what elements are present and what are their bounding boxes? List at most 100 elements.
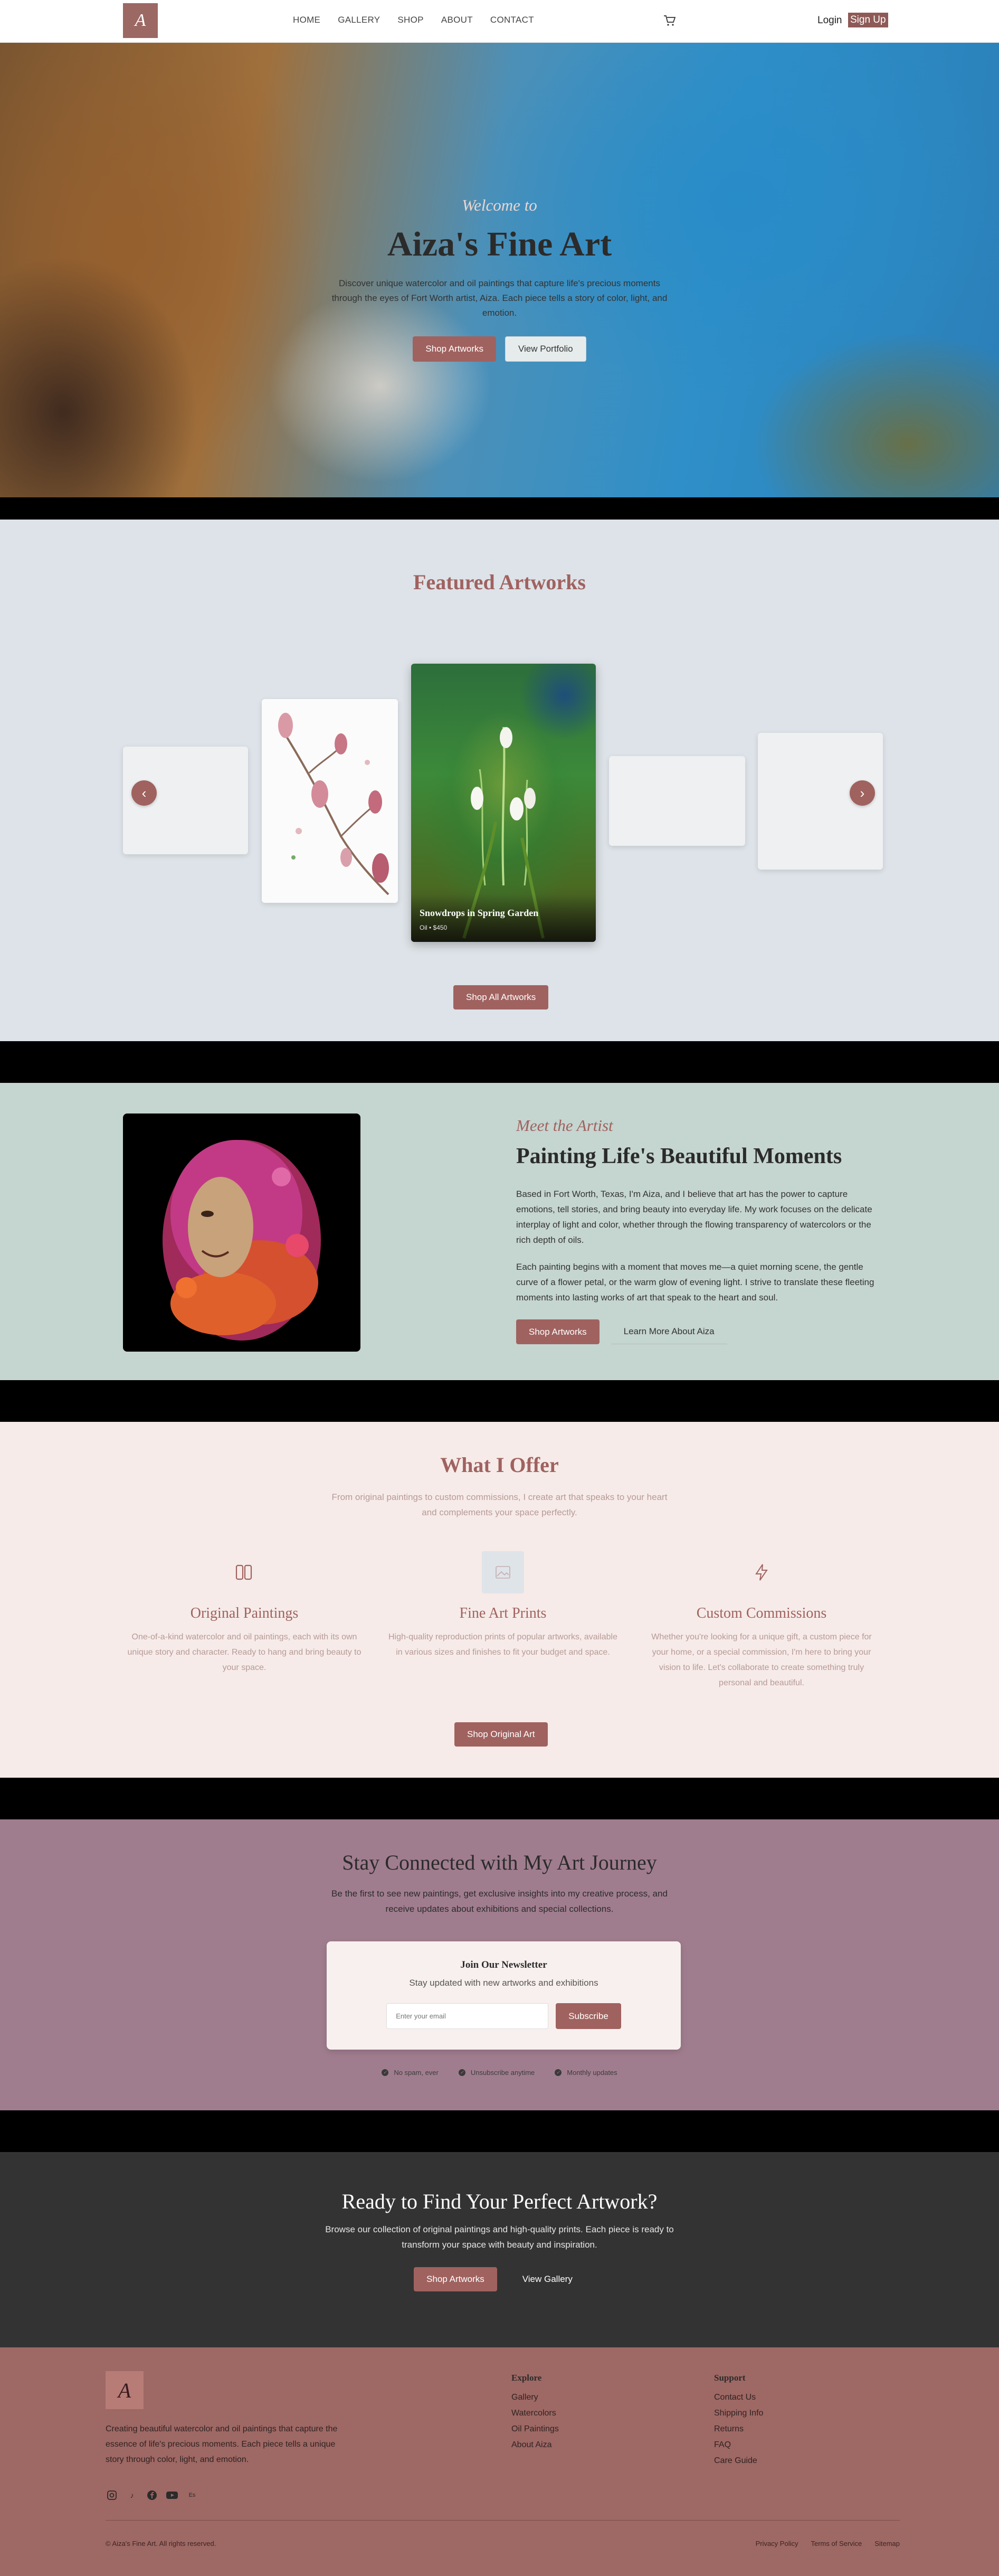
section-divider [0,1041,999,1083]
cart-icon[interactable] [663,15,676,26]
footer-logo[interactable]: A [106,2371,144,2409]
image-icon [482,1551,524,1593]
footer-link[interactable]: Contact Us [714,2393,763,2402]
top-nav: A HOME GALLERY SHOP ABOUT CONTACT Login … [0,0,999,43]
check-icon: ✓ [555,2069,562,2076]
footer-explore: Explore Gallery Watercolors Oil Painting… [511,2373,559,2456]
footer-support: Support Contact Us Shipping Info Returns… [714,2373,763,2472]
shop-original-button[interactable]: Shop Original Art [454,1722,548,1747]
offer-item-text: Whether you're looking for a unique gift… [651,1633,872,1687]
artwork-card[interactable] [262,699,398,903]
footer-link[interactable]: Care Guide [714,2456,763,2466]
section-divider [0,1380,999,1422]
artist-section: Meet the Artist Painting Life's Beautifu… [0,1083,999,1380]
newsletter-subtitle: Be the first to see new paintings, get e… [331,1889,668,1914]
perk-item: ✓ No spam, ever [382,2069,439,2077]
newsletter-card-subtitle: Stay updated with new artworks and exhib… [409,1978,598,1988]
chevron-right-icon: › [860,785,865,801]
facebook-icon[interactable] [146,2489,158,2502]
section-divider [0,497,999,520]
signup-button[interactable]: Sign Up [848,13,888,27]
check-icon: ✓ [382,2069,389,2076]
carousel-next-button[interactable]: › [850,780,875,806]
newsletter-section: Stay Connected with My Art Journey Be th… [0,1819,999,2110]
artist-paragraph: Each painting begins with a moment that … [516,1262,874,1303]
nav-gallery[interactable]: GALLERY [338,15,380,25]
offer-item-prints: Fine Art Prints High-quality reproductio… [384,1551,622,1660]
featured-title: Featured Artworks [413,570,586,594]
login-link[interactable]: Login [817,15,842,26]
artist-shop-button[interactable]: Shop Artworks [516,1319,600,1344]
offer-item-title: Original Paintings [190,1605,299,1621]
footer-link[interactable]: Returns [714,2424,763,2434]
carousel-prev-button[interactable]: ‹ [131,780,157,806]
nav-shop[interactable]: SHOP [397,15,423,25]
offer-item-commissions: Custom Commissions Whether you're lookin… [643,1551,880,1691]
cta-gallery-button[interactable]: View Gallery [510,2267,585,2291]
artist-portrait [123,1114,360,1352]
nav-contact[interactable]: CONTACT [490,15,534,25]
shop-all-button[interactable]: Shop All Artworks [453,985,549,1009]
etsy-icon[interactable]: Es [186,2489,198,2502]
copyright: © Aiza's Fine Art. All rights reserved. [106,2540,216,2547]
section-divider [0,1778,999,1819]
site-footer: A Creating beautiful watercolor and oil … [0,2347,999,2576]
featured-section: Featured Artworks Snowdrops in Spring Ga… [0,520,999,1041]
offer-item-text: One-of-a-kind watercolor and oil paintin… [127,1633,361,1672]
footer-link[interactable]: Gallery [511,2393,559,2402]
nav-links: HOME GALLERY SHOP ABOUT CONTACT [293,15,534,25]
perk-item: ✓ Monthly updates [555,2069,617,2077]
artwork-card-active[interactable]: Snowdrops in Spring Garden Oil • $450 [411,664,596,942]
offer-section: What I Offer From original paintings to … [0,1422,999,1778]
canvas-icon [223,1551,265,1593]
newsletter-perks: ✓ No spam, ever ✓ Unsubscribe anytime ✓ Mon… [0,2069,999,2077]
artist-title: Painting Life's Beautiful Moments [516,1144,842,1168]
footer-link[interactable]: Oil Paintings [511,2424,559,2434]
artist-kicker: Meet the Artist [516,1116,613,1135]
footer-description: Creating beautiful watercolor and oil pa… [106,2424,338,2464]
social-links: ♪ Es [106,2489,198,2502]
site-logo[interactable]: A [123,3,158,38]
offer-subtitle: From original paintings to custom commis… [331,1492,668,1517]
learn-more-button[interactable]: Learn More About Aiza [611,1319,727,1344]
terms-link[interactable]: Terms of Service [811,2540,862,2547]
footer-link[interactable]: FAQ [714,2440,763,2450]
cta-section: Ready to Find Your Perfect Artwork? Brow… [0,2152,999,2347]
email-input[interactable] [386,2003,549,2029]
footer-link[interactable]: Watercolors [511,2409,559,2418]
newsletter-title: Stay Connected with My Art Journey [342,1851,657,1874]
artist-paragraph: Based in Fort Worth, Texas, I'm Aiza, an… [516,1189,872,1245]
footer-link[interactable]: Shipping Info [714,2409,763,2418]
cta-shop-button[interactable]: Shop Artworks [414,2267,497,2291]
newsletter-card: Join Our Newsletter Stay updated with ne… [327,1941,681,2050]
logo-mark: A [118,2378,131,2402]
lightning-icon [740,1551,783,1593]
artwork-card[interactable] [609,756,745,846]
hero-section: Welcome to Aiza's Fine Art Discover uniq… [0,43,999,497]
instagram-icon[interactable] [106,2489,118,2502]
magnolia-painting [278,713,389,895]
sitemap-link[interactable]: Sitemap [874,2540,900,2547]
hero-portfolio-button[interactable]: View Portfolio [505,336,586,362]
footer-col-title: Explore [511,2373,542,2383]
footer-col-title: Support [714,2373,746,2383]
newsletter-card-title: Join Our Newsletter [460,1959,547,1970]
offer-item-title: Fine Art Prints [459,1605,547,1621]
privacy-link[interactable]: Privacy Policy [756,2540,798,2547]
hero-shop-button[interactable]: Shop Artworks [413,336,496,362]
tiktok-icon[interactable]: ♪ [126,2489,138,2502]
cta-title: Ready to Find Your Perfect Artwork? [341,2190,658,2213]
nav-about[interactable]: ABOUT [441,15,473,25]
perk-item: ✓ Unsubscribe anytime [458,2069,535,2077]
artwork-meta: Oil • $450 [420,924,448,931]
nav-home[interactable]: HOME [293,15,320,25]
offer-item-title: Custom Commissions [696,1605,827,1621]
logo-mark: A [135,11,146,30]
hero-kicker: Welcome to [462,196,537,214]
subscribe-button[interactable]: Subscribe [556,2003,621,2029]
cta-text: Browse our collection of original painti… [325,2224,674,2250]
footer-link[interactable]: About Aiza [511,2440,559,2450]
offer-item-text: High-quality reproduction prints of popu… [388,1633,617,1657]
hero-title: Aiza's Fine Art [387,225,612,263]
youtube-icon[interactable] [166,2489,178,2502]
